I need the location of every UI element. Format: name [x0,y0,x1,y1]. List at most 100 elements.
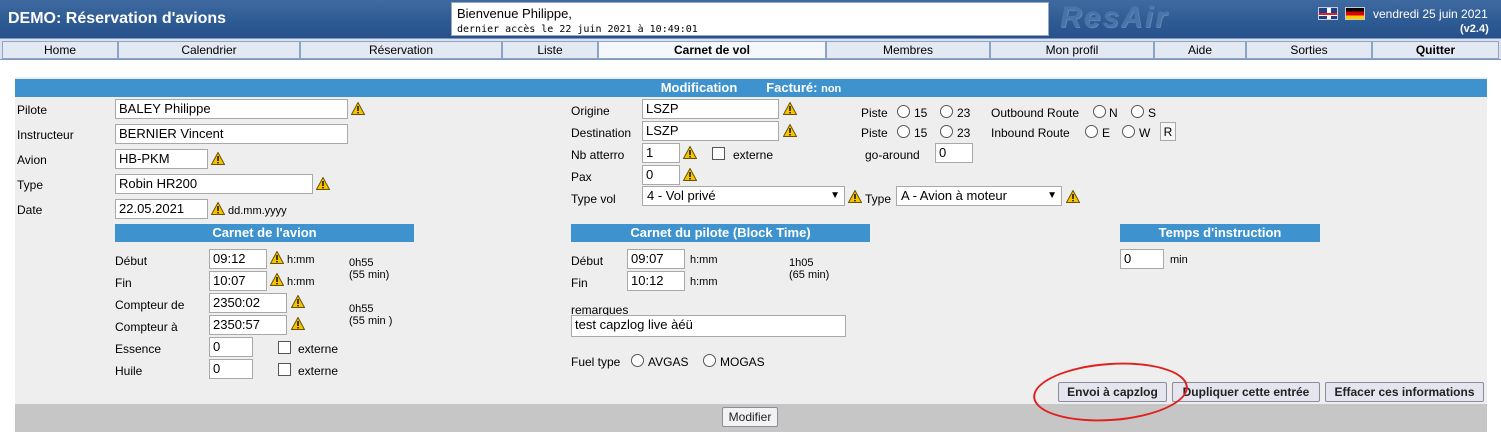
pilote-warning-icon [351,102,365,115]
essence-externe-checkbox[interactable] [278,341,291,354]
chevron-down-icon: ▼ [1047,190,1057,201]
go-around-field[interactable]: 0 [935,143,973,163]
modifier-button[interactable]: Modifier [722,407,778,427]
nav-carnet-de-vol[interactable]: Carnet de vol [598,41,826,59]
duplicate-entry-button[interactable]: Dupliquer cette entrée [1172,382,1320,402]
nb-atterro-field[interactable]: 1 [642,143,680,163]
piste-in-15-radio[interactable] [897,125,910,138]
piste-in-15-label: 15 [914,126,928,140]
nav-quitter[interactable]: Quitter [1372,41,1499,59]
fuel-mogas-radio[interactable] [703,354,716,367]
remarques-field[interactable]: test capzlog live àéü [571,315,846,337]
nav-home[interactable]: Home [2,41,118,59]
pilote-debut-label: Début [571,254,604,268]
uk-flag-icon[interactable] [1318,7,1338,20]
nav-calendrier[interactable]: Calendrier [118,41,300,59]
pilote-duration-hours: 1h05 [789,257,814,269]
instruction-time-field[interactable]: 0 [1120,249,1164,269]
piste-out-15-radio[interactable] [897,105,910,118]
origine-label: Origine [571,104,610,118]
outbound-n-label: N [1109,106,1118,120]
inbound-w-label: W [1139,126,1151,140]
chevron-down-icon: ▼ [830,190,840,201]
avion-fin-warning-icon [270,273,284,286]
outbound-n-radio[interactable] [1093,105,1106,118]
pilote-field[interactable]: BALEY Philippe [115,99,348,119]
pilote-fin-field[interactable]: 10:12 [627,271,685,291]
inbound-w-radio[interactable] [1122,125,1135,138]
aircraft-type-select[interactable]: A - Avion à moteur ▼ [896,186,1062,206]
inbound-e-radio[interactable] [1085,125,1098,138]
avion-field[interactable]: HB-PKM [115,149,208,169]
aircraft-type-value: A - Avion à moteur [901,188,1007,203]
pilote-debut-format: h:mm [690,254,718,266]
billed-label: Facturé: [766,80,818,95]
clear-info-button[interactable]: Effacer ces informations [1325,382,1484,402]
compteur-a-field[interactable]: 2350:57 [209,315,287,335]
piste-out-23-radio[interactable] [940,105,953,118]
compteur-de-label: Compteur de [115,298,185,312]
compteur-de-field[interactable]: 2350:02 [209,293,287,313]
atterro-externe-checkbox[interactable] [712,147,725,160]
avion-debut-label: Début [115,254,148,268]
piste-out-label: Piste [861,106,888,120]
app-title: DEMO: Réservation d'avions [8,10,227,27]
essence-field[interactable]: 0 [209,337,253,357]
type-label: Type [17,178,44,192]
fuel-mogas-label: MOGAS [720,355,765,369]
huile-externe-label: externe [298,364,339,378]
avion-fin-field[interactable]: 10:07 [209,271,267,291]
pilote-fin-label: Fin [571,276,588,290]
compteur-a-label: Compteur à [115,320,178,334]
date-format-hint: dd.mm.yyyy [228,205,287,217]
inbound-r-button[interactable]: R [1160,122,1176,141]
instructeur-field[interactable]: BERNIER Vincent [115,124,348,144]
date-label: Date [17,203,43,217]
type-field[interactable]: Robin HR200 [115,174,313,194]
origine-field[interactable]: LSZP [642,99,779,119]
compteur-a-warning-icon [291,317,305,330]
origine-warning-icon [783,102,797,115]
instruction-unit: min [1170,254,1188,266]
piste-in-23-radio[interactable] [940,125,953,138]
fuel-avgas-radio[interactable] [631,354,644,367]
pilote-debut-field[interactable]: 09:07 [627,249,685,269]
pax-label: Pax [571,170,592,184]
carnet-pilote-title: Carnet du pilote (Block Time) [571,224,870,242]
pilote-duration: 1h05 (65 min) [789,257,829,281]
billed-value: non [821,83,842,95]
date-field[interactable]: 22.05.2021 [115,199,208,219]
huile-externe-checkbox[interactable] [278,363,291,376]
last-access-text: dernier accès le 22 juin 2021 à 10:49:01 [457,24,698,35]
nav-mon-profil[interactable]: Mon profil [990,41,1154,59]
avion-duration-minutes: (55 min) [349,269,390,281]
piste-out-15-label: 15 [914,106,928,120]
welcome-box: Bienvenue Philippe, dernier accès le 22 … [451,2,1049,36]
atterro-externe-label: externe [733,148,774,162]
fuel-avgas-label: AVGAS [648,355,689,369]
type-warning-icon [316,177,330,190]
avion-debut-field[interactable]: 09:12 [209,249,267,269]
type-vol-select[interactable]: 4 - Vol privé ▼ [642,186,845,206]
date-warning-icon [211,202,225,215]
outbound-route-label: Outbound Route [991,106,1080,120]
header-date: vendredi 25 juin 2021 [1373,7,1488,21]
nav-aide[interactable]: Aide [1154,41,1246,59]
modification-title: Modification [660,80,738,95]
nav-reservation[interactable]: Réservation [300,41,502,59]
nav-membres[interactable]: Membres [826,41,990,59]
nav-liste[interactable]: Liste [502,41,598,59]
outbound-s-radio[interactable] [1131,105,1144,118]
type-vol-value: 4 - Vol privé [647,188,716,203]
compteur-duration: 0h55 (55 min ) [349,303,392,327]
huile-field[interactable]: 0 [209,359,253,379]
essence-label: Essence [115,342,162,356]
carnet-avion-title: Carnet de l'avion [115,224,414,242]
avion-label: Avion [17,153,47,167]
nav-sorties[interactable]: Sorties [1246,41,1372,59]
german-flag-icon[interactable] [1345,7,1365,20]
piste-out-23-label: 23 [957,106,971,120]
destination-field[interactable]: LSZP [642,121,779,141]
compteur-duration-hours: 0h55 [349,303,374,315]
pax-field[interactable]: 0 [642,165,680,185]
